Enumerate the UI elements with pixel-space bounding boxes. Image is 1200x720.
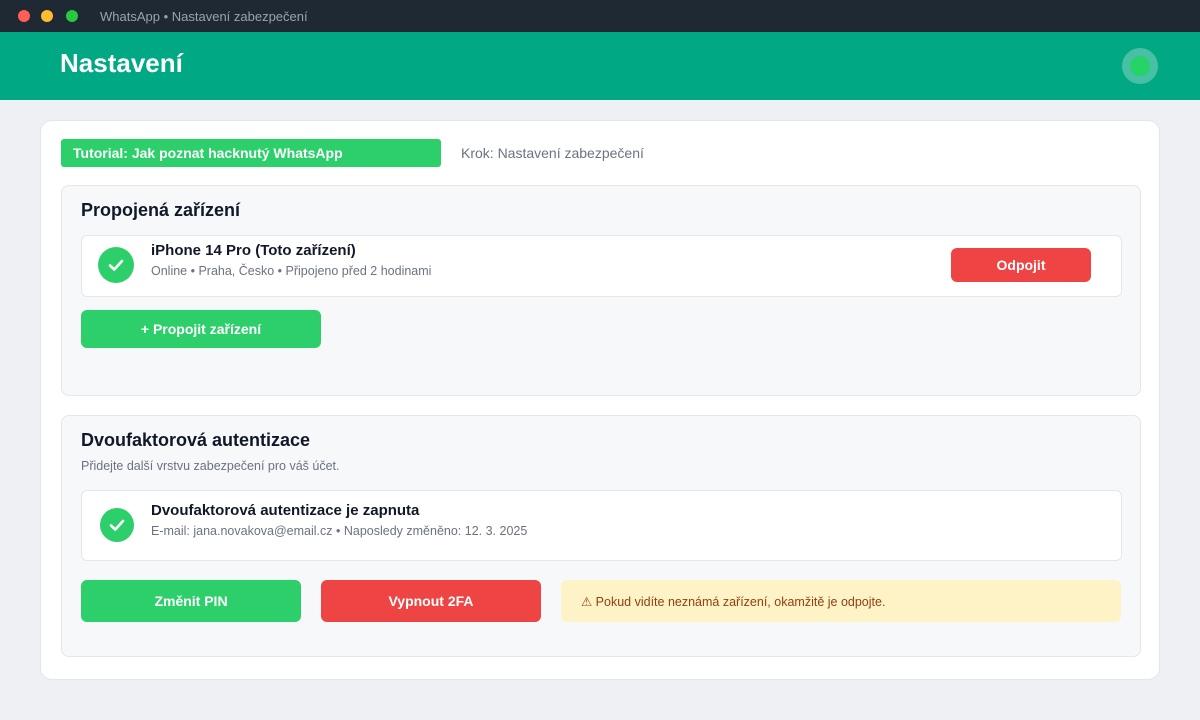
two-factor-title: Dvoufaktorová autentizace bbox=[81, 430, 311, 450]
two-factor-status-details: E-mail: jana.novakova@email.cz • Naposle… bbox=[151, 524, 528, 538]
check-circle-icon bbox=[98, 247, 134, 283]
settings-card: Tutorial: Jak poznat hacknutý WhatsApp K… bbox=[40, 120, 1160, 680]
device-row: iPhone 14 Pro (Toto zařízení) Online • P… bbox=[81, 235, 1122, 297]
avatar[interactable] bbox=[1122, 48, 1158, 84]
linked-devices-title: Propojená zařízení bbox=[81, 200, 241, 220]
disable-2fa-button[interactable]: Vypnout 2FA bbox=[321, 580, 541, 622]
check-circle-icon bbox=[100, 508, 134, 542]
linked-devices-section: Propojená zařízení iPhone 14 Pro (Toto z… bbox=[61, 185, 1141, 396]
tutorial-badge: Tutorial: Jak poznat hacknutý WhatsApp bbox=[61, 139, 441, 167]
device-name: iPhone 14 Pro (Toto zařízení) bbox=[151, 242, 356, 259]
minimize-window-button[interactable] bbox=[41, 10, 53, 22]
window-titlebar: WhatsApp • Nastavení zabezpečení bbox=[0, 0, 1200, 32]
close-window-button[interactable] bbox=[18, 10, 30, 22]
page-title: Nastavení bbox=[60, 48, 183, 78]
device-details: Online • Praha, Česko • Připojeno před 2… bbox=[151, 264, 432, 278]
disconnect-button[interactable]: Odpojit bbox=[951, 248, 1091, 282]
app-header: Nastavení bbox=[0, 32, 1200, 100]
status-dot-icon bbox=[1130, 56, 1150, 76]
two-factor-status-row: Dvoufaktorová autentizace je zapnuta E-m… bbox=[81, 490, 1122, 561]
step-label: Krok: Nastavení zabezpečení bbox=[461, 145, 644, 161]
link-device-button[interactable]: + Propojit zařízení bbox=[81, 310, 321, 348]
change-pin-button[interactable]: Změnit PIN bbox=[81, 580, 301, 622]
two-factor-section: Dvoufaktorová autentizace Přidejte další… bbox=[61, 415, 1141, 657]
window-title: WhatsApp • Nastavení zabezpečení bbox=[100, 9, 308, 24]
two-factor-subtitle: Přidejte další vrstvu zabezpečení pro vá… bbox=[81, 459, 340, 473]
maximize-window-button[interactable] bbox=[66, 10, 78, 22]
two-factor-status-title: Dvoufaktorová autentizace je zapnuta bbox=[151, 502, 420, 519]
warning-banner: ⚠ Pokud vidíte neznámá zařízení, okamžit… bbox=[561, 580, 1121, 622]
